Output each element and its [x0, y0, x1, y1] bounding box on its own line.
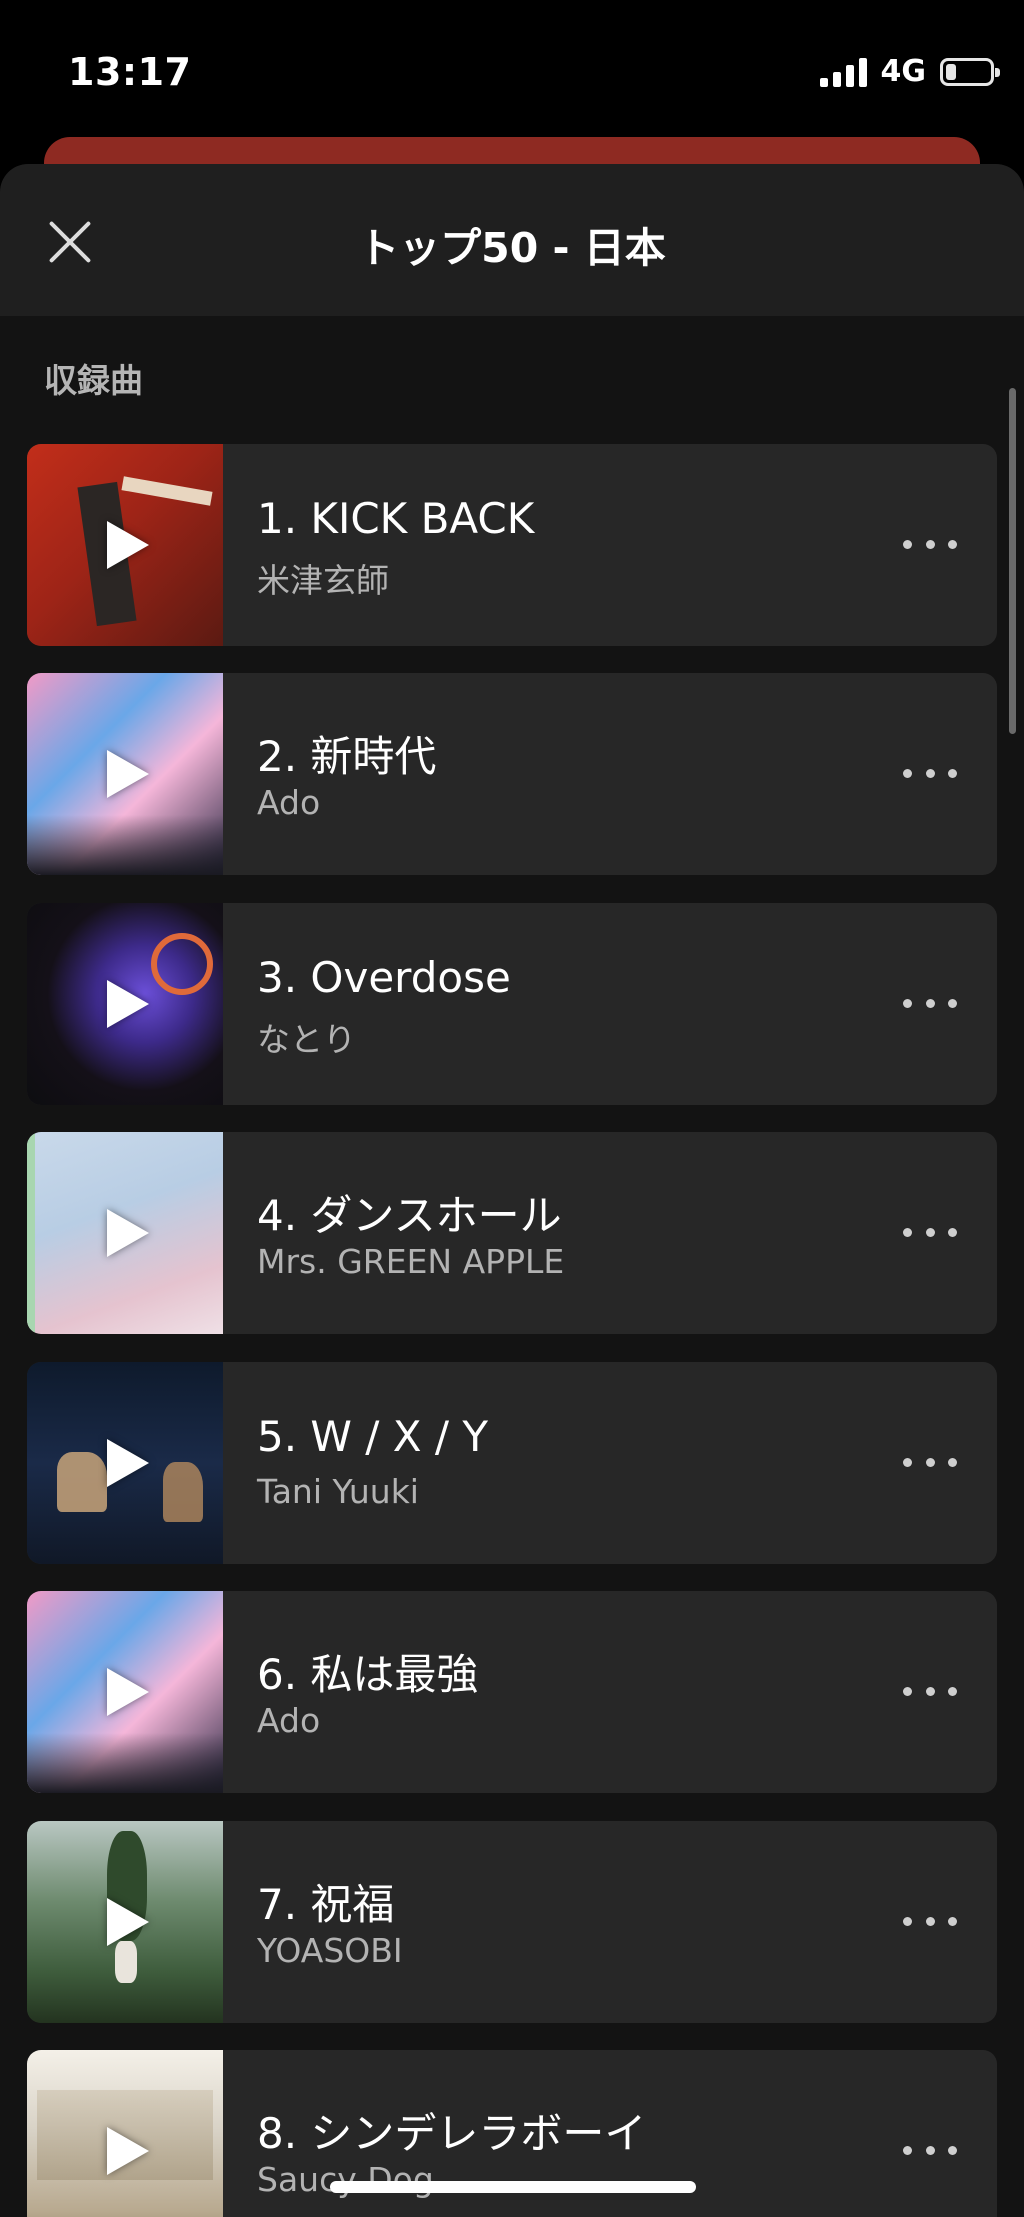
play-icon[interactable]: [107, 1668, 149, 1716]
scrollbar[interactable]: [1009, 388, 1016, 734]
track-artist: YOASOBI: [257, 1931, 403, 1970]
battery-icon: [940, 57, 1000, 86]
play-icon[interactable]: [107, 1898, 149, 1946]
play-icon[interactable]: [107, 1439, 149, 1487]
album-art: [27, 903, 223, 1105]
album-art: [27, 673, 223, 875]
track-title: 2. 新時代: [257, 732, 437, 781]
track-artist: なとり: [257, 1020, 356, 1059]
more-options-icon[interactable]: [903, 524, 957, 564]
more-options-icon[interactable]: [903, 1442, 957, 1482]
track-artist: Ado: [257, 1701, 321, 1740]
network-type: 4G: [880, 54, 927, 89]
home-indicator[interactable]: [330, 2181, 696, 2193]
album-art: [27, 1132, 223, 1334]
track-artist: 米津玄師: [257, 561, 389, 600]
more-options-icon[interactable]: [903, 753, 957, 793]
more-options-icon[interactable]: [903, 1212, 957, 1252]
album-art: [27, 1362, 223, 1564]
track-title: 3. Overdose: [257, 953, 511, 1002]
play-icon[interactable]: [107, 2127, 149, 2175]
status-indicators: 4G: [819, 54, 1000, 89]
play-icon[interactable]: [107, 980, 149, 1028]
track-title: 6. 私は最強: [257, 1650, 479, 1699]
play-icon[interactable]: [107, 750, 149, 798]
more-options-icon[interactable]: [903, 1901, 957, 1941]
track-title: 4. ダンスホール: [257, 1191, 562, 1240]
track-row[interactable]: 7. 祝福 YOASOBI: [27, 1821, 997, 2023]
track-artist: Mrs. GREEN APPLE: [257, 1242, 565, 1281]
more-options-icon[interactable]: [903, 2130, 957, 2170]
track-artist: Tani Yuuki: [257, 1472, 419, 1511]
track-title: 1. KICK BACK: [257, 494, 535, 543]
signal-icon: [819, 57, 867, 87]
play-icon[interactable]: [107, 1209, 149, 1257]
status-bar: 13:17 4G: [0, 0, 1024, 140]
more-options-icon[interactable]: [903, 1671, 957, 1711]
track-row[interactable]: 2. 新時代 Ado: [27, 673, 997, 875]
track-artist: Saucy Dog: [257, 2160, 434, 2199]
album-art: [27, 1821, 223, 2023]
bottom-sheet: トップ50 - 日本 収録曲 1. KICK BACK 米津玄師 2. 新時代 …: [0, 164, 1024, 2217]
more-options-icon[interactable]: [903, 983, 957, 1023]
track-title: 8. シンデレラボーイ: [257, 2109, 647, 2158]
track-row[interactable]: 5. W / X / Y Tani Yuuki: [27, 1362, 997, 1564]
play-icon[interactable]: [107, 521, 149, 569]
track-row[interactable]: 4. ダンスホール Mrs. GREEN APPLE: [27, 1132, 997, 1334]
album-art: [27, 2050, 223, 2217]
status-time: 13:17: [68, 50, 192, 94]
track-artist: Ado: [257, 783, 321, 822]
track-row[interactable]: 6. 私は最強 Ado: [27, 1591, 997, 1793]
track-title: 5. W / X / Y: [257, 1412, 489, 1461]
album-art: [27, 444, 223, 646]
album-art: [27, 1591, 223, 1793]
track-row[interactable]: 3. Overdose なとり: [27, 903, 997, 1105]
track-row[interactable]: 1. KICK BACK 米津玄師: [27, 444, 997, 646]
sheet-title: トップ50 - 日本: [358, 224, 666, 272]
track-title: 7. 祝福: [257, 1880, 395, 1929]
sheet-header: トップ50 - 日本: [0, 164, 1024, 316]
section-label: 収録曲: [44, 361, 143, 400]
